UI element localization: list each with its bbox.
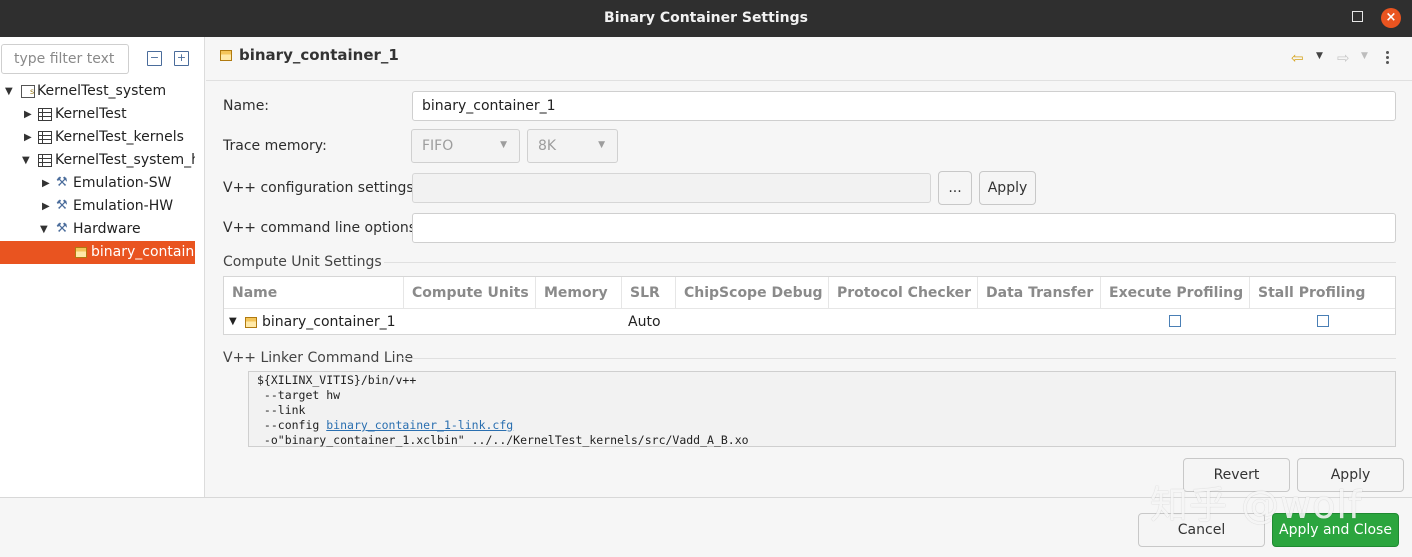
project-icon: [38, 108, 52, 121]
forward-dropdown-icon: ▼: [1361, 51, 1368, 61]
trace-type-select: FIFO ▼: [411, 129, 520, 163]
binary-container-icon: [75, 247, 87, 258]
compute-unit-settings-title: Compute Unit Settings: [223, 254, 382, 270]
title-bar: Binary Container Settings ×: [0, 0, 1412, 37]
config-settings-field[interactable]: [412, 173, 931, 203]
column-header[interactable]: Memory: [536, 277, 622, 309]
slr-cell[interactable]: Auto: [628, 310, 661, 334]
column-header[interactable]: SLR: [622, 277, 676, 309]
linker-command-title: V++ Linker Command Line: [223, 350, 414, 366]
page-title: binary_container_1: [239, 46, 399, 64]
maximize-icon[interactable]: [1352, 11, 1363, 22]
chevron-down-icon[interactable]: ▼: [22, 149, 30, 172]
apply-config-button[interactable]: Apply: [979, 171, 1036, 205]
page-header: binary_container_1 ⇦ ▼ ⇨ ▼: [206, 37, 1412, 81]
stall-profiling-checkbox[interactable]: [1317, 315, 1329, 327]
project-icon: [38, 131, 52, 144]
linker-command-text: ${XILINX_VITIS}/bin/v++ --target hw --li…: [248, 371, 1396, 447]
tree-item-binary-container-1[interactable]: binary_container_1: [0, 241, 195, 264]
tree-item-kerneltest-system[interactable]: ▼ KernelTest_system: [0, 80, 195, 103]
back-dropdown-icon[interactable]: ▼: [1316, 51, 1323, 61]
trace-memory-label: Trace memory:: [223, 138, 327, 154]
filter-input[interactable]: type filter text: [1, 44, 129, 74]
settings-page: binary_container_1 ⇦ ▼ ⇨ ▼ Name: binary_…: [206, 37, 1412, 497]
tree-item-emulation-sw[interactable]: ▶ ⚒ Emulation-SW: [0, 172, 195, 195]
group-divider: [402, 358, 1396, 359]
binary-container-icon: [245, 317, 257, 328]
system-project-icon: [21, 80, 35, 103]
hammer-icon: ⚒: [56, 198, 68, 213]
trace-size-select: 8K ▼: [527, 129, 618, 163]
browse-button[interactable]: ...: [938, 171, 972, 205]
chevron-right-icon[interactable]: ▶: [42, 172, 50, 195]
link-config-file[interactable]: binary_container_1-link.cfg: [326, 418, 513, 432]
column-header[interactable]: Stall Profiling: [1250, 277, 1395, 309]
column-header[interactable]: Compute Units: [404, 277, 536, 309]
name-field[interactable]: binary_container_1: [412, 91, 1396, 121]
hammer-icon: ⚒: [56, 175, 68, 190]
column-header[interactable]: Name: [224, 277, 404, 309]
column-header[interactable]: Execute Profiling: [1101, 277, 1250, 309]
more-options-icon[interactable]: [1386, 51, 1390, 66]
tree-item-hardware[interactable]: ▼ ⚒ Hardware: [0, 218, 195, 241]
cmdline-options-label: V++ command line options:: [223, 220, 421, 236]
cu-name-cell: binary_container_1: [262, 314, 396, 330]
project-icon: [38, 154, 52, 167]
group-divider: [384, 262, 1396, 263]
tree-item-kerneltest-kernels[interactable]: ▶ KernelTest_kernels: [0, 126, 195, 149]
chevron-down-icon[interactable]: ▼: [5, 80, 13, 103]
column-header[interactable]: Protocol Checker: [829, 277, 978, 309]
chevron-down-icon: ▼: [500, 140, 507, 150]
close-icon[interactable]: ×: [1381, 8, 1401, 28]
settings-navigator: type filter text − + ▼ KernelTest_system…: [0, 37, 205, 497]
column-header[interactable]: Data Transfer: [978, 277, 1101, 309]
forward-arrow-icon: ⇨: [1337, 49, 1350, 67]
collapse-all-icon[interactable]: −: [147, 51, 162, 66]
expand-all-icon[interactable]: +: [174, 51, 189, 66]
compute-unit-table: Name Compute Units Memory SLR ChipScope …: [223, 276, 1396, 335]
config-settings-label: V++ configuration settings:: [223, 180, 419, 196]
name-label: Name:: [223, 98, 270, 114]
chevron-right-icon[interactable]: ▶: [24, 126, 32, 149]
chevron-down-icon: ▼: [598, 140, 605, 150]
cmdline-options-field[interactable]: [412, 213, 1396, 243]
window-title: Binary Container Settings: [604, 10, 808, 26]
watermark: 知乎 @wolf: [1150, 483, 1363, 527]
tree-item-kerneltest[interactable]: ▶ KernelTest: [0, 103, 195, 126]
chevron-right-icon[interactable]: ▶: [24, 103, 32, 126]
chevron-down-icon[interactable]: ▼: [40, 218, 48, 241]
hammer-icon: ⚒: [56, 221, 68, 236]
tree-item-emulation-hw[interactable]: ▶ ⚒ Emulation-HW: [0, 195, 195, 218]
back-arrow-icon[interactable]: ⇦: [1291, 49, 1304, 67]
column-header[interactable]: ChipScope Debug: [676, 277, 829, 309]
tree-item-kerneltest-system-hw-link[interactable]: ▼ KernelTest_system_hw_link: [0, 149, 195, 172]
chevron-right-icon[interactable]: ▶: [42, 195, 50, 218]
execute-profiling-checkbox[interactable]: [1169, 315, 1181, 327]
chevron-down-icon[interactable]: ▼: [229, 310, 237, 334]
binary-container-icon: [220, 50, 232, 61]
